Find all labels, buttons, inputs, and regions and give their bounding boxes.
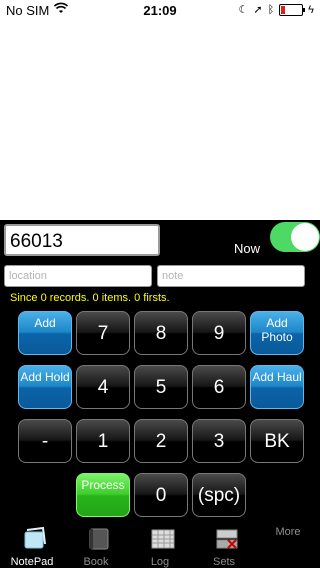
moon-icon: ☾ [238, 4, 249, 16]
key-9[interactable]: 9 [192, 311, 246, 355]
location-arrow-icon: ➚ [253, 4, 263, 16]
log-icon [150, 526, 175, 550]
now-label: Now [234, 241, 261, 256]
tab-label: Log [150, 556, 170, 568]
key-8[interactable]: 8 [134, 311, 188, 355]
tab-label: Book [83, 556, 109, 568]
location-field[interactable]: location [4, 265, 152, 287]
add-haul-button[interactable]: Add Haul [250, 365, 304, 409]
add-hold-button[interactable]: Add Hold [18, 365, 72, 409]
now-toggle[interactable] [270, 222, 320, 252]
key-5[interactable]: 5 [134, 365, 188, 409]
battery-icon [279, 3, 306, 16]
key-4[interactable]: 4 [76, 365, 130, 409]
add-photo-button[interactable]: Add Photo [250, 311, 304, 355]
stats-text: Since 0 records. 0 items. 0 firsts. [10, 292, 170, 304]
entry-panel: 66013 Now location note Since 0 records.… [0, 220, 320, 568]
status-bar: No SIM 21:09 ☾ ➚ ᛒ ϟ [0, 0, 320, 20]
tab-sets[interactable]: Sets [192, 520, 256, 568]
sets-icon [214, 526, 238, 550]
tab-label: Sets [212, 556, 235, 568]
key-7[interactable]: 7 [76, 311, 130, 355]
notepad-icon [22, 526, 46, 550]
key-1[interactable]: 1 [76, 419, 130, 463]
bluetooth-icon: ᛒ [267, 3, 275, 16]
backspace-key[interactable]: BK [250, 419, 304, 463]
code-entry-field[interactable]: 66013 [4, 224, 160, 256]
charging-icon: ϟ [308, 3, 314, 16]
note-field[interactable]: note [157, 265, 305, 287]
tab-log[interactable]: Log [128, 520, 192, 568]
tab-notepad[interactable]: NotePad [0, 520, 64, 568]
book-icon [86, 526, 110, 550]
toggle-knob [291, 223, 319, 251]
add-button[interactable]: Add [18, 311, 72, 355]
tab-more[interactable]: More [256, 520, 320, 568]
process-button[interactable]: Process [76, 473, 130, 517]
space-key[interactable]: (spc) [192, 473, 246, 517]
key-0[interactable]: 0 [134, 473, 188, 517]
key-2[interactable]: 2 [134, 419, 188, 463]
tab-bar: NotePad Book Log Sets More [0, 520, 320, 568]
tab-label: NotePad [10, 556, 54, 568]
dash-key[interactable]: - [18, 419, 72, 463]
key-6[interactable]: 6 [192, 365, 246, 409]
tab-label: More [275, 526, 301, 538]
key-3[interactable]: 3 [192, 419, 246, 463]
tab-book[interactable]: Book [64, 520, 128, 568]
